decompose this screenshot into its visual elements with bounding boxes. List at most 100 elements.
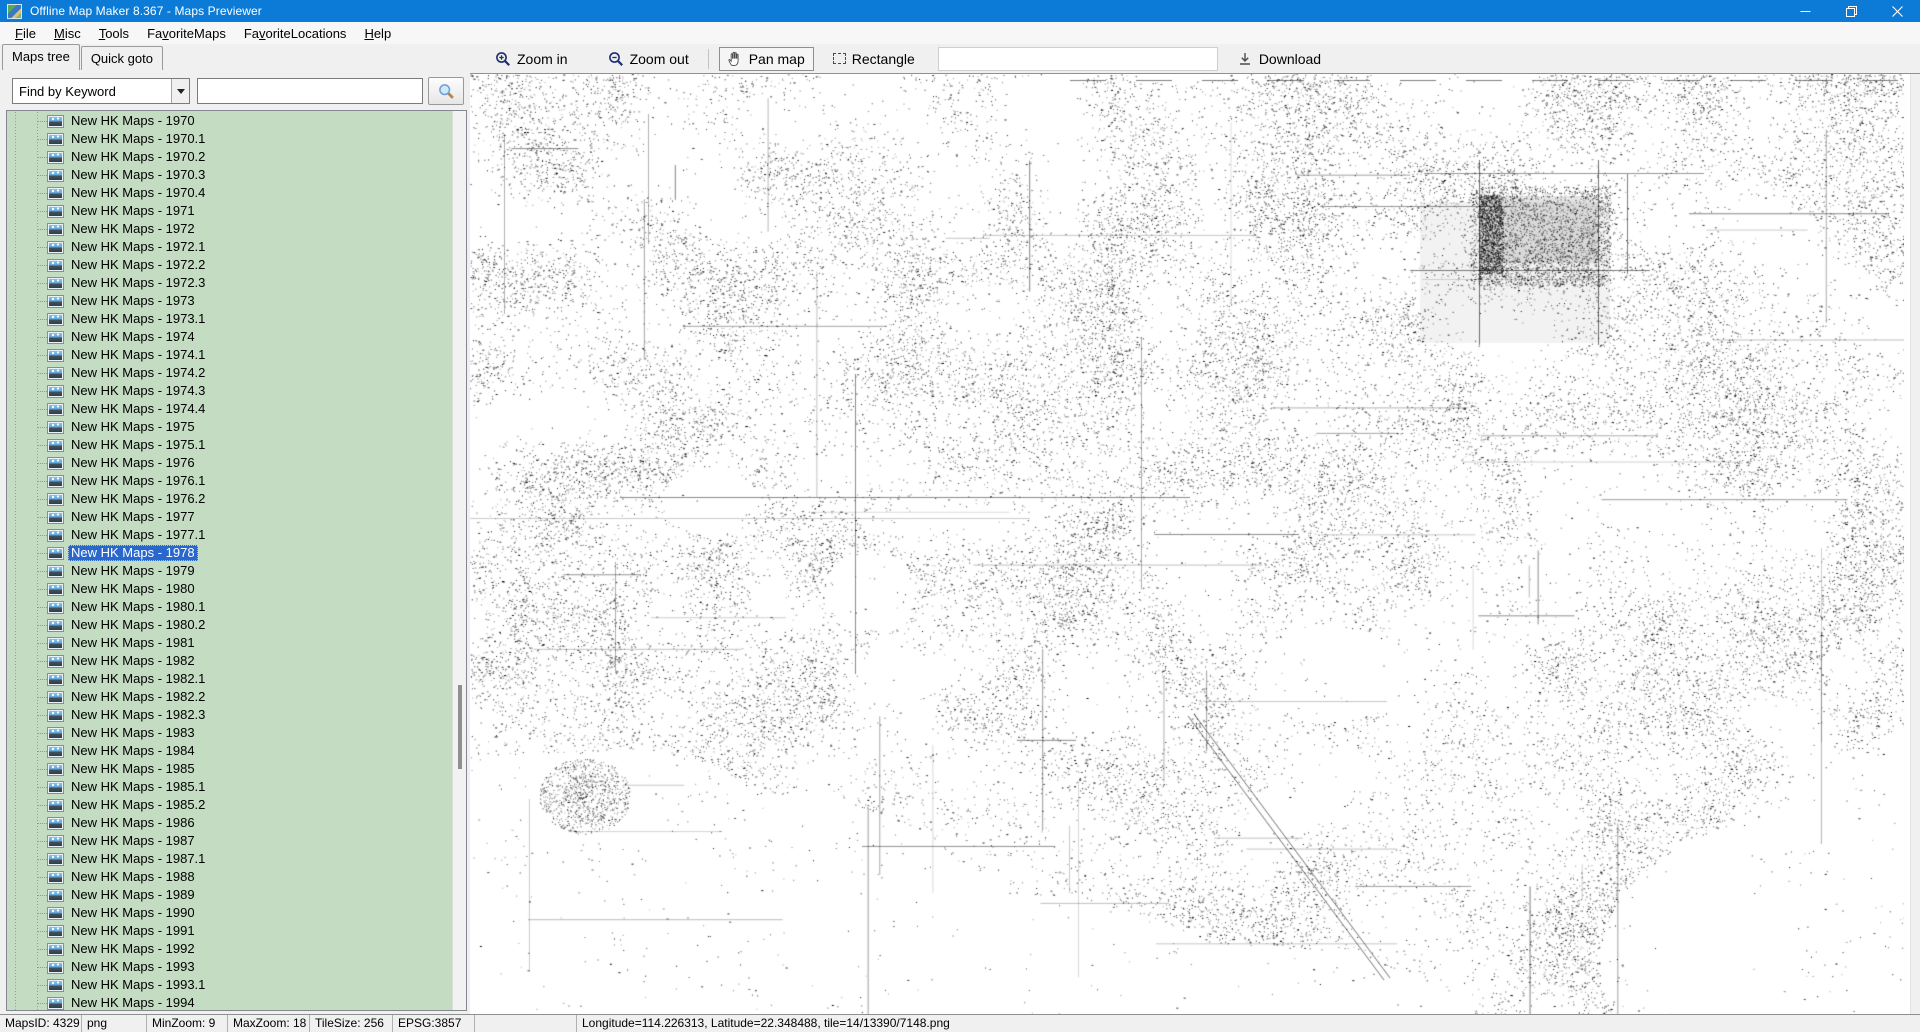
tree-item[interactable]: New HK Maps - 1983 [7, 724, 451, 742]
tree-item[interactable]: New HK Maps - 1976 [7, 454, 451, 472]
tree-item[interactable]: New HK Maps - 1973.1 [7, 310, 451, 328]
tree-item[interactable]: New HK Maps - 1979 [7, 562, 451, 580]
tree-item[interactable]: New HK Maps - 1974.4 [7, 400, 451, 418]
tree-item[interactable]: New HK Maps - 1970.3 [7, 166, 451, 184]
tree-item[interactable]: New HK Maps - 1980.1 [7, 598, 451, 616]
tree-item[interactable]: New HK Maps - 1974.2 [7, 364, 451, 382]
tree-item-label: New HK Maps - 1977.1 [68, 527, 208, 543]
map-canvas[interactable] [470, 74, 1904, 1014]
tree-branch-line [37, 319, 47, 320]
rectangle-select-button[interactable]: Rectangle [824, 47, 924, 71]
tree-item[interactable]: New HK Maps - 1988 [7, 868, 451, 886]
tree-item[interactable]: New HK Maps - 1994 [7, 994, 451, 1011]
window-title: Offline Map Maker 8.367 - Maps Previewer [30, 4, 262, 18]
combo-dropdown-button[interactable] [171, 79, 189, 103]
tree-item[interactable]: New HK Maps - 1987.1 [7, 850, 451, 868]
tree-item[interactable]: New HK Maps - 1991 [7, 922, 451, 940]
map-thumbnail-icon [47, 277, 64, 290]
tree-item[interactable]: New HK Maps - 1970.1 [7, 130, 451, 148]
tree-item[interactable]: New HK Maps - 1982.1 [7, 670, 451, 688]
tree-item[interactable]: New HK Maps - 1973 [7, 292, 451, 310]
tree-item[interactable]: New HK Maps - 1993.1 [7, 976, 451, 994]
tree-scrollbar-thumb[interactable] [458, 685, 462, 769]
map-viewport[interactable] [470, 73, 1920, 1014]
hand-pan-icon [728, 51, 743, 67]
tree-item[interactable]: New HK Maps - 1972.1 [7, 238, 451, 256]
tree-item[interactable]: New HK Maps - 1970 [7, 112, 451, 130]
menu-item-favoritemaps[interactable]: FavoriteMaps [138, 24, 235, 43]
tree-branch-line [37, 841, 47, 842]
tree-item[interactable]: New HK Maps - 1986 [7, 814, 451, 832]
tree-item[interactable]: New HK Maps - 1985.2 [7, 796, 451, 814]
find-mode-select[interactable]: Find by Keyword [12, 78, 190, 104]
tab-quick-goto[interactable]: Quick goto [81, 46, 163, 70]
tree-item[interactable]: New HK Maps - 1974.3 [7, 382, 451, 400]
tree-item[interactable]: New HK Maps - 1990 [7, 904, 451, 922]
tree-branch-line [37, 607, 47, 608]
title-bar: Offline Map Maker 8.367 - Maps Previewer [0, 0, 1920, 22]
search-button[interactable] [428, 77, 464, 105]
tree-item-label: New HK Maps - 1972.2 [68, 257, 208, 273]
tree-item[interactable]: New HK Maps - 1987 [7, 832, 451, 850]
tree-item[interactable]: New HK Maps - 1978 [7, 544, 451, 562]
zoom-out-button[interactable]: Zoom out [599, 47, 698, 71]
minimize-button[interactable] [1782, 0, 1828, 22]
map-thumbnail-icon [47, 655, 64, 668]
tree-item[interactable]: New HK Maps - 1974 [7, 328, 451, 346]
map-thumbnail-icon [47, 457, 64, 470]
status-max-zoom: MaxZoom: 18 [228, 1015, 310, 1032]
menu-item-favoritelocations[interactable]: FavoriteLocations [235, 24, 356, 43]
tree-item[interactable]: New HK Maps - 1977.1 [7, 526, 451, 544]
tree-item[interactable]: New HK Maps - 1981 [7, 634, 451, 652]
tree-item[interactable]: New HK Maps - 1982 [7, 652, 451, 670]
map-thumbnail-icon [47, 241, 64, 254]
tree-item[interactable]: New HK Maps - 1982.2 [7, 688, 451, 706]
tree-branch-line [37, 643, 47, 644]
tree-branch-line [37, 121, 47, 122]
tree-item[interactable]: New HK Maps - 1984 [7, 742, 451, 760]
tree-item[interactable]: New HK Maps - 1993 [7, 958, 451, 976]
restore-button[interactable] [1828, 0, 1874, 22]
tree-item[interactable]: New HK Maps - 1975.1 [7, 436, 451, 454]
tree-item[interactable]: New HK Maps - 1985.1 [7, 778, 451, 796]
map-thumbnail-icon [47, 781, 64, 794]
tree-item[interactable]: New HK Maps - 1972.3 [7, 274, 451, 292]
tree-scrollbar[interactable] [452, 111, 466, 1010]
tree-item-label: New HK Maps - 1976 [68, 455, 198, 471]
map-thumbnail-icon [47, 583, 64, 596]
download-label: Download [1259, 51, 1321, 67]
tree-item[interactable]: New HK Maps - 1976.1 [7, 472, 451, 490]
tree-item-label: New HK Maps - 1973.1 [68, 311, 208, 327]
menu-item-tools[interactable]: Tools [90, 24, 138, 43]
tree-item[interactable]: New HK Maps - 1982.3 [7, 706, 451, 724]
tree-item[interactable]: New HK Maps - 1974.1 [7, 346, 451, 364]
tree-item[interactable]: New HK Maps - 1975 [7, 418, 451, 436]
map-scrollbar-track[interactable] [1910, 74, 1920, 1014]
tree-item[interactable]: New HK Maps - 1970.4 [7, 184, 451, 202]
zoom-in-button[interactable]: Zoom in [486, 47, 577, 71]
tree-branch-line [37, 211, 47, 212]
tree-item[interactable]: New HK Maps - 1985 [7, 760, 451, 778]
coordinate-input[interactable] [938, 47, 1218, 71]
menu-item-misc[interactable]: Misc [45, 24, 90, 43]
tree-item[interactable]: New HK Maps - 1972.2 [7, 256, 451, 274]
tree-item-label: New HK Maps - 1986 [68, 815, 198, 831]
search-input[interactable] [197, 78, 423, 104]
tree-item[interactable]: New HK Maps - 1989 [7, 886, 451, 904]
tree-item[interactable]: New HK Maps - 1976.2 [7, 490, 451, 508]
tab-maps-tree[interactable]: Maps tree [2, 44, 80, 70]
tree-item[interactable]: New HK Maps - 1971 [7, 202, 451, 220]
download-button[interactable]: Download [1228, 47, 1330, 71]
tree-item[interactable]: New HK Maps - 1992 [7, 940, 451, 958]
pan-map-button[interactable]: Pan map [719, 47, 814, 71]
menu-item-file[interactable]: File [6, 24, 45, 43]
map-thumbnail-icon [47, 853, 64, 866]
tree-item[interactable]: New HK Maps - 1980 [7, 580, 451, 598]
tree-item-label: New HK Maps - 1970 [68, 113, 198, 129]
tree-item[interactable]: New HK Maps - 1970.2 [7, 148, 451, 166]
close-button[interactable] [1874, 0, 1920, 22]
tree-item[interactable]: New HK Maps - 1977 [7, 508, 451, 526]
tree-item[interactable]: New HK Maps - 1972 [7, 220, 451, 238]
tree-item[interactable]: New HK Maps - 1980.2 [7, 616, 451, 634]
menu-item-help[interactable]: Help [355, 24, 400, 43]
